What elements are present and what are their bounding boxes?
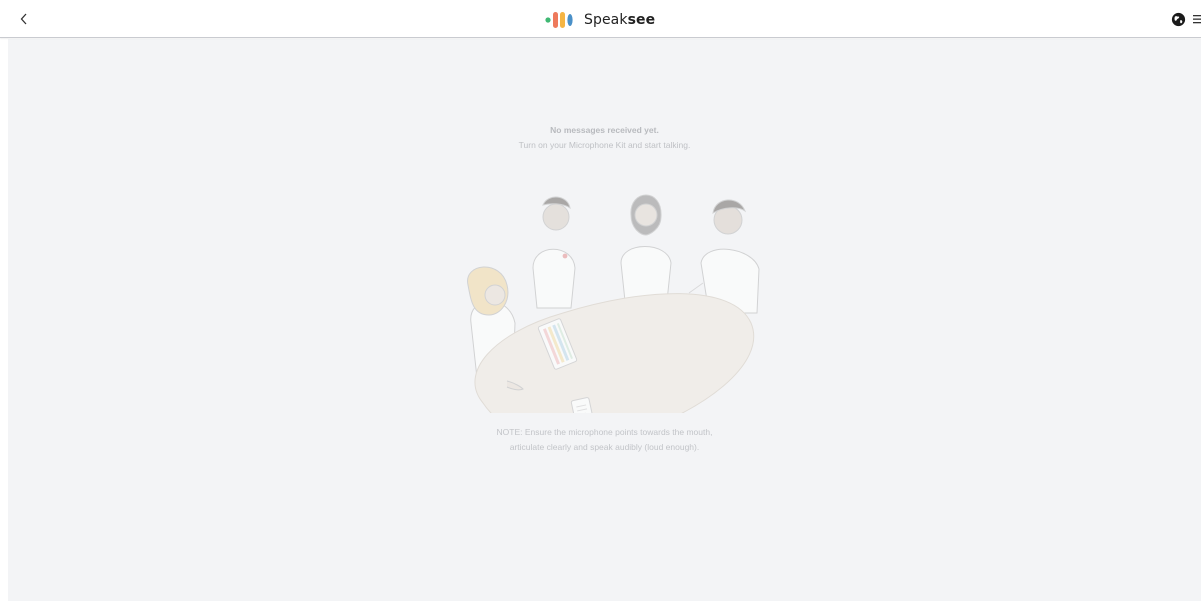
note-line-2: articulate clearly and speak audibly (lo… — [509, 442, 700, 452]
microphone-note: NOTE: Ensure the microphone points towar… — [8, 425, 1201, 455]
meeting-table-illustration — [467, 194, 760, 413]
menu-icon — [1193, 15, 1201, 24]
chevron-left-icon — [20, 13, 27, 25]
empty-state-title: No messages received yet. — [550, 125, 659, 135]
language-button[interactable] — [1171, 12, 1186, 27]
messages-area: No messages received yet. Turn on your M… — [8, 39, 1201, 601]
menu-button[interactable] — [1193, 13, 1201, 25]
back-button[interactable] — [14, 9, 34, 29]
speaksee-logo-icon — [545, 12, 573, 28]
brand-name-regular: Speak — [584, 12, 628, 28]
header-actions — [1171, 11, 1201, 27]
brand-name: Speaksee — [584, 12, 655, 28]
note-line-1: NOTE: Ensure the microphone points towar… — [496, 427, 713, 437]
empty-state-subtitle: Turn on your Microphone Kit and start ta… — [518, 140, 691, 150]
top-bar: Speaksee — [0, 0, 1201, 38]
globe-icon — [1171, 12, 1186, 26]
brand-logo: Speaksee — [545, 10, 655, 30]
brand-name-bold: see — [627, 12, 656, 28]
